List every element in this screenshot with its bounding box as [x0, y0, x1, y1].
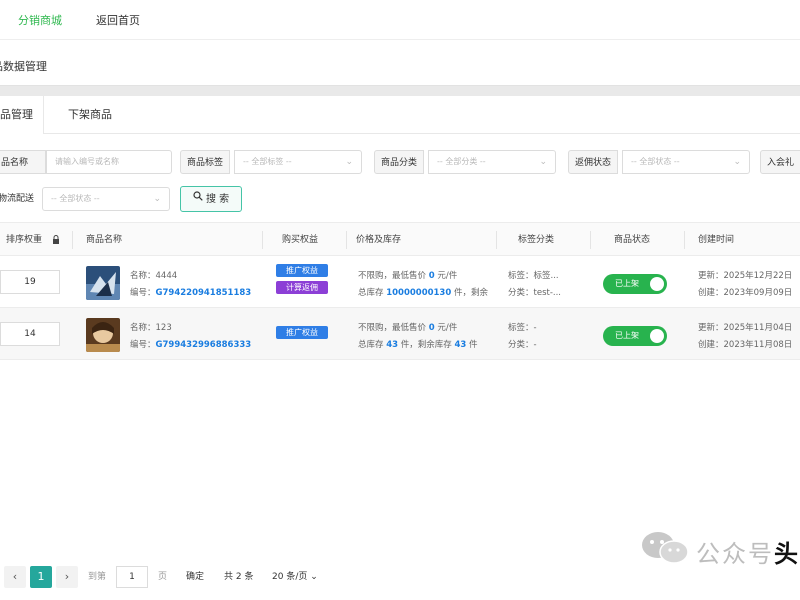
goto-confirm-button[interactable]: 确定 — [186, 566, 204, 588]
filter-category-label: 商品分类 — [374, 150, 425, 174]
filter-logistics-placeholder: -- 全部状态 -- — [51, 194, 100, 203]
product-name: 名称：4444 — [130, 271, 178, 281]
header-sort-weight[interactable]: 排序权重 — [6, 223, 42, 257]
toggle-knob — [650, 329, 664, 343]
column-separator — [684, 231, 685, 249]
column-separator — [262, 231, 263, 249]
filter-join-gift-label: 入会礼 — [760, 150, 800, 174]
chevron-down-icon: ⌄ — [733, 157, 741, 167]
search-button-label: 搜 索 — [206, 194, 230, 205]
filter-logistics-select[interactable]: -- 全部状态 -- ⌄ — [42, 187, 170, 211]
chevron-down-icon: ⌄ — [345, 157, 353, 167]
column-separator — [590, 231, 591, 249]
tab-product-management[interactable]: 品管理 — [0, 96, 44, 134]
product-code-link[interactable]: G794220941851183 — [156, 288, 252, 298]
nav-back-home[interactable]: 返回首页 — [96, 12, 140, 28]
filter-name-placeholder: 请输入编号或名称 — [55, 157, 119, 166]
table-header: 排序权重 商品名称 购买权益 价格及库存 标签分类 商品状态 创建时间 — [0, 222, 800, 256]
goto-page-input[interactable]: 1 — [116, 566, 148, 588]
nav-distribution-mall[interactable]: 分销商城 — [18, 12, 62, 28]
chevron-right-icon[interactable]: › — [56, 566, 78, 588]
filter-tag-select[interactable]: -- 全部标签 -- ⌄ — [234, 150, 362, 174]
tag-line: 标签：- — [508, 323, 537, 333]
chevron-down-icon: ⌄ — [539, 157, 547, 167]
updated-time: 更新：2025年11月04日 — [698, 323, 793, 333]
page-subtitle-bar: 品数据管理 — [0, 42, 800, 86]
search-icon — [193, 187, 203, 211]
filter-tag-label: 商品标签 — [180, 150, 231, 174]
page-unit-label: 页 — [158, 572, 168, 582]
chevron-down-icon: ⌄ — [310, 572, 318, 582]
category-line: 分类：test-... — [508, 288, 561, 298]
product-thumbnail[interactable] — [86, 266, 120, 300]
header-price-stock: 价格及库存 — [356, 235, 402, 245]
filter-name-input[interactable]: 请输入编号或名称 — [46, 150, 172, 174]
goto-label: 到第 — [88, 572, 107, 582]
listing-status-toggle[interactable]: 已上架 — [603, 274, 667, 294]
header-product-name: 商品名称 — [86, 235, 123, 245]
page-size-select[interactable]: 20 条/页 ⌄ — [272, 566, 318, 588]
page-subtitle: 品数据管理 — [0, 60, 47, 73]
product-code: 编号：G794220941851183 — [130, 288, 252, 298]
page-button-current[interactable]: 1 — [30, 566, 52, 588]
filter-category-placeholder: -- 全部分类 -- — [437, 157, 486, 166]
pagination: ‹ 1 › 到第 1 页 确定 共 2 条 20 条/页 ⌄ — [0, 560, 800, 594]
filter-logistics-label: 物流配送 — [0, 194, 35, 204]
header-created-time: 创建时间 — [698, 235, 735, 245]
listing-status-toggle[interactable]: 已上架 — [603, 326, 667, 346]
filter-tag-placeholder: -- 全部标签 -- — [243, 157, 292, 166]
category-line: 分类：- — [508, 340, 537, 350]
header-purchase-rights: 购买权益 — [282, 235, 319, 245]
toggle-label: 已上架 — [615, 279, 639, 288]
section-divider — [0, 86, 800, 96]
price-info: 不限购，最低售价 0 元/件 — [358, 323, 458, 333]
search-button[interactable]: 搜 索 — [180, 186, 242, 212]
tag-line: 标签：标签... — [508, 271, 559, 281]
price-info: 不限购，最低售价 0 元/件 — [358, 271, 458, 281]
filter-rebate-select[interactable]: -- 全部状态 -- ⌄ — [622, 150, 750, 174]
chevron-down-icon: ⌄ — [153, 194, 161, 204]
column-separator — [72, 231, 73, 249]
table-row: 14 名称：123 编号：G799432996886333 推广权益 不限购，最… — [0, 308, 800, 360]
column-separator — [346, 231, 347, 249]
top-nav: 分销商城 返回首页 — [0, 0, 800, 40]
badge-promotion-rights: 推广权益 — [276, 264, 328, 277]
product-thumbnail[interactable] — [86, 318, 120, 352]
stock-info: 总库存 43 件，剩余库存 43 件 — [358, 340, 478, 350]
stock-info: 总库存 10000000130 件，剩余 — [358, 288, 488, 298]
product-code: 编号：G799432996886333 — [130, 340, 252, 350]
tab-delisted-products[interactable]: 下架商品 — [58, 96, 122, 134]
product-code-link[interactable]: G799432996886333 — [156, 340, 252, 350]
badge-promotion-rights: 推广权益 — [276, 326, 328, 339]
filter-rebate-label: 返佣状态 — [568, 150, 619, 174]
sort-weight-input[interactable]: 19 — [0, 270, 60, 294]
updated-time: 更新：2025年12月22日 — [698, 271, 793, 281]
toggle-label: 已上架 — [615, 331, 639, 340]
tab-bar: 品管理 下架商品 — [0, 96, 800, 134]
header-tag-category: 标签分类 — [518, 235, 555, 245]
filter-category-select[interactable]: -- 全部分类 -- ⌄ — [428, 150, 556, 174]
created-time: 创建：2023年11月08日 — [698, 340, 793, 350]
chevron-left-icon[interactable]: ‹ — [4, 566, 26, 588]
lock-icon — [52, 235, 60, 248]
column-separator — [496, 231, 497, 249]
header-product-status: 商品状态 — [614, 235, 651, 245]
sort-weight-input[interactable]: 14 — [0, 322, 60, 346]
created-time: 创建：2023年09月09日 — [698, 288, 793, 298]
total-count: 共 2 条 — [224, 572, 254, 582]
filter-rebate-placeholder: -- 全部状态 -- — [631, 157, 680, 166]
toggle-knob — [650, 277, 664, 291]
product-name: 名称：123 — [130, 323, 172, 333]
badge-commission: 计算返佣 — [276, 281, 328, 294]
filter-name-label: 品名称 — [0, 150, 46, 174]
table-row: 19 名称：4444 编号：G794220941851183 推广权益 计算返佣… — [0, 256, 800, 308]
